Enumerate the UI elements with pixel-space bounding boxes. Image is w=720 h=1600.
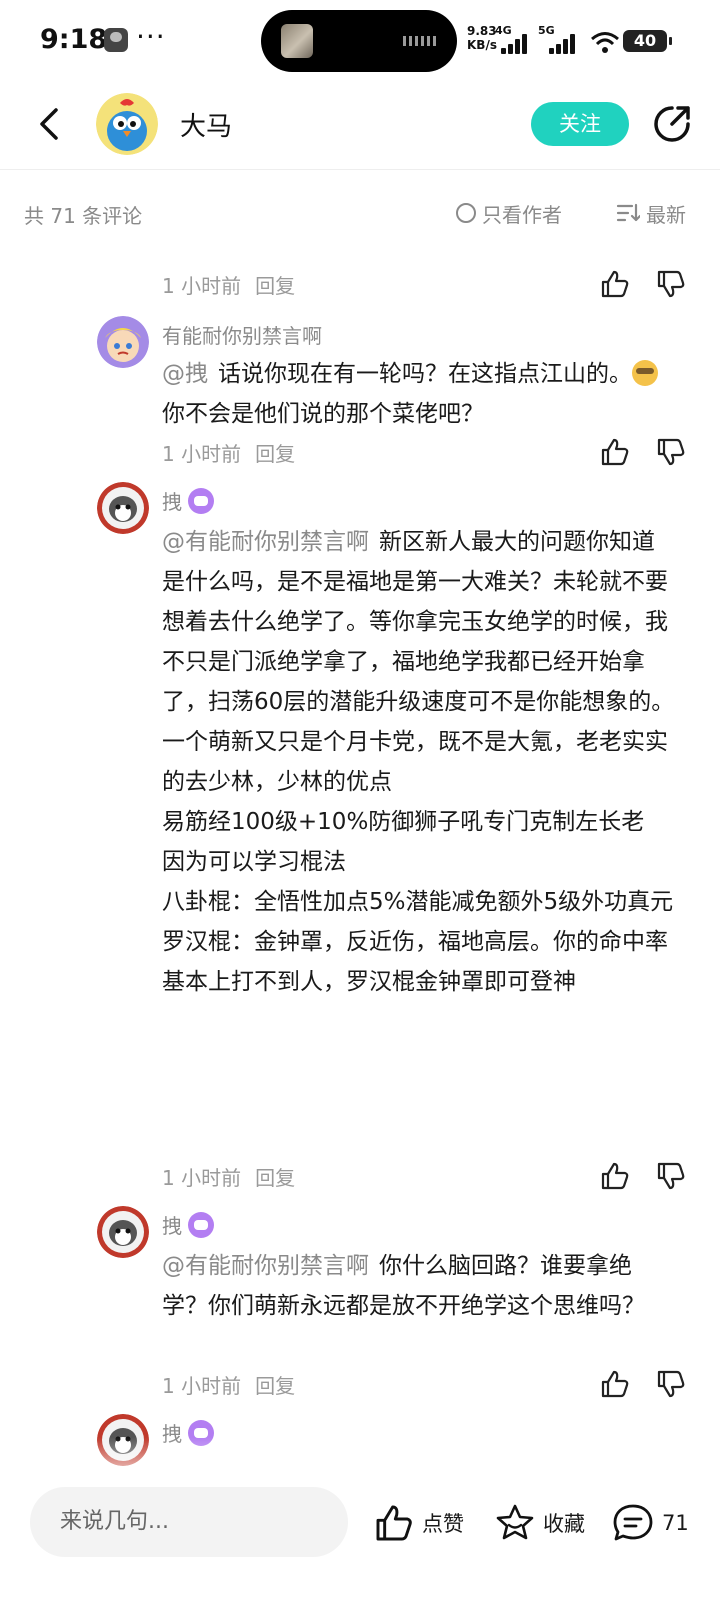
comment-bubble-icon: [613, 1504, 653, 1541]
game-badge-icon: [188, 1211, 214, 1238]
signal-5g-icon: [545, 32, 581, 54]
favorite-label: 收藏: [543, 1512, 585, 1536]
thumbs-up-icon: [376, 1505, 412, 1541]
signal-4g-icon: [497, 32, 533, 54]
like-icon[interactable]: [600, 437, 630, 467]
commenter-name[interactable]: 拽: [162, 486, 214, 515]
comment-text-part2: 你不会是他们说的那个菜佬吧？: [162, 401, 484, 427]
favorite-button[interactable]: 收藏: [495, 1501, 585, 1545]
commenter-name[interactable]: 有能耐你别禁言啊: [162, 320, 322, 349]
comment-time: 1 小时前: [162, 1374, 242, 1398]
reply-button[interactable]: 回复: [255, 442, 295, 466]
commenter-avatar[interactable]: [97, 482, 149, 534]
author-name[interactable]: 大马: [180, 106, 232, 143]
list-fade-overlay: [0, 1437, 720, 1487]
more-notifications-icon: ···: [136, 20, 166, 53]
comment-list[interactable]: 1 小时前 回复 有能耐你别禁言啊 @拽 话说你现在有一轮吗？在这指点江山的。你不会…: [0, 240, 720, 1487]
reply-button[interactable]: 回复: [255, 1166, 295, 1190]
comment-text-part1: 话说你现在有一轮吗？在这指点江山的。: [218, 361, 632, 387]
bottom-action-bar: 来说几句... 点赞 收藏 71: [0, 1487, 720, 1600]
comment-paragraph: 新区新人最大的问题你知道是什么吗，是不是福地是第一大难关？未轮就不要想着去什么绝…: [162, 529, 675, 795]
comment-meta: 1 小时前 回复: [162, 1370, 295, 1399]
mention-link[interactable]: @拽: [162, 361, 208, 387]
dislike-icon[interactable]: [656, 1369, 686, 1399]
like-icon[interactable]: [600, 269, 630, 299]
comment-time: 1 小时前: [162, 1166, 242, 1190]
comment-paragraph: 易筋经100级+10%防御狮子吼专门克制左长老: [162, 809, 645, 835]
comment-text: @有能耐你别禁言啊 新区新人最大的问题你知道是什么吗，是不是福地是第一大难关？未轮…: [162, 522, 676, 1002]
dislike-icon[interactable]: [656, 437, 686, 467]
dislike-icon[interactable]: [656, 1161, 686, 1191]
like-icon[interactable]: [600, 1161, 630, 1191]
comment-count-label: 共 71 条评论: [24, 204, 143, 228]
comment-text: @拽 话说你现在有一轮吗？在这指点江山的。你不会是他们说的那个菜佬吧？: [162, 354, 676, 434]
sort-button[interactable]: 最新: [616, 198, 686, 228]
comment-count: 71: [662, 1511, 689, 1535]
reply-button[interactable]: 回复: [255, 274, 295, 298]
radio-circle-icon: [456, 203, 476, 223]
comment-paragraph: 罗汉棍：金钟罩，反近伤，福地高层。你的命中率基本上打不到人，罗汉棍金钟罩即可登神: [162, 929, 668, 995]
back-button[interactable]: [30, 104, 70, 144]
network-speed-value: 9.83: [467, 24, 497, 38]
game-badge-icon: [188, 487, 214, 514]
author-only-label: 只看作者: [482, 202, 562, 227]
commenter-name-text: 拽: [162, 490, 182, 514]
sort-label: 最新: [646, 202, 686, 227]
sort-icon: [616, 203, 640, 222]
author-avatar[interactable]: [96, 93, 158, 155]
battery-indicator: 40: [623, 30, 672, 52]
reply-button[interactable]: 回复: [255, 1374, 295, 1398]
like-button[interactable]: 点赞: [374, 1501, 464, 1545]
wifi-icon: [591, 32, 619, 53]
notification-app-icon: [104, 28, 128, 52]
like-label: 点赞: [422, 1512, 464, 1536]
mention-link[interactable]: @有能耐你别禁言啊: [162, 1253, 369, 1279]
comment-time: 1 小时前: [162, 274, 242, 298]
star-icon: [496, 1504, 534, 1540]
network-speed-unit: KB/s: [467, 38, 497, 52]
network-speed: 9.83 KB/s: [467, 24, 497, 52]
comment-meta: 1 小时前 回复: [162, 1162, 295, 1191]
comment-filter-bar: 共 71 条评论 只看作者 最新: [0, 190, 720, 240]
like-icon[interactable]: [600, 1369, 630, 1399]
comment-meta: 1 小时前 回复: [162, 270, 295, 299]
commenter-avatar[interactable]: [97, 1206, 149, 1258]
status-time: 9:18: [40, 24, 108, 55]
mention-link[interactable]: @有能耐你别禁言啊: [162, 529, 369, 555]
dislike-icon[interactable]: [656, 269, 686, 299]
status-bar: 9:18 ··· 9.83 KB/s 4G 5G 40: [0, 0, 720, 84]
dynamic-island[interactable]: [261, 10, 457, 72]
share-icon[interactable]: [650, 102, 694, 146]
commenter-name-text: 拽: [162, 1214, 182, 1238]
commenter-avatar[interactable]: [97, 316, 149, 368]
audio-wave-icon: [403, 36, 439, 46]
follow-button[interactable]: 关注: [531, 102, 629, 146]
comment-time: 1 小时前: [162, 442, 242, 466]
commenter-name[interactable]: 拽: [162, 1210, 214, 1239]
author-only-toggle[interactable]: 只看作者: [456, 198, 562, 228]
comment-paragraph: 因为可以学习棍法: [162, 849, 346, 875]
comments-button[interactable]: 71: [612, 1501, 689, 1545]
emoji-icon: [632, 360, 658, 386]
comment-input[interactable]: 来说几句...: [30, 1487, 348, 1557]
comment-meta: 1 小时前 回复: [162, 438, 295, 467]
media-thumbnail: [281, 24, 313, 58]
comment-text: @有能耐你别禁言啊 你什么脑回路？谁要拿绝学？你们萌新永远都是放不开绝学这个思维吗…: [162, 1246, 676, 1326]
app-header: 大马 关注: [0, 84, 720, 170]
comment-paragraph: 八卦棍：全悟性加点5%潜能减免额外5级外功真元: [162, 889, 674, 915]
